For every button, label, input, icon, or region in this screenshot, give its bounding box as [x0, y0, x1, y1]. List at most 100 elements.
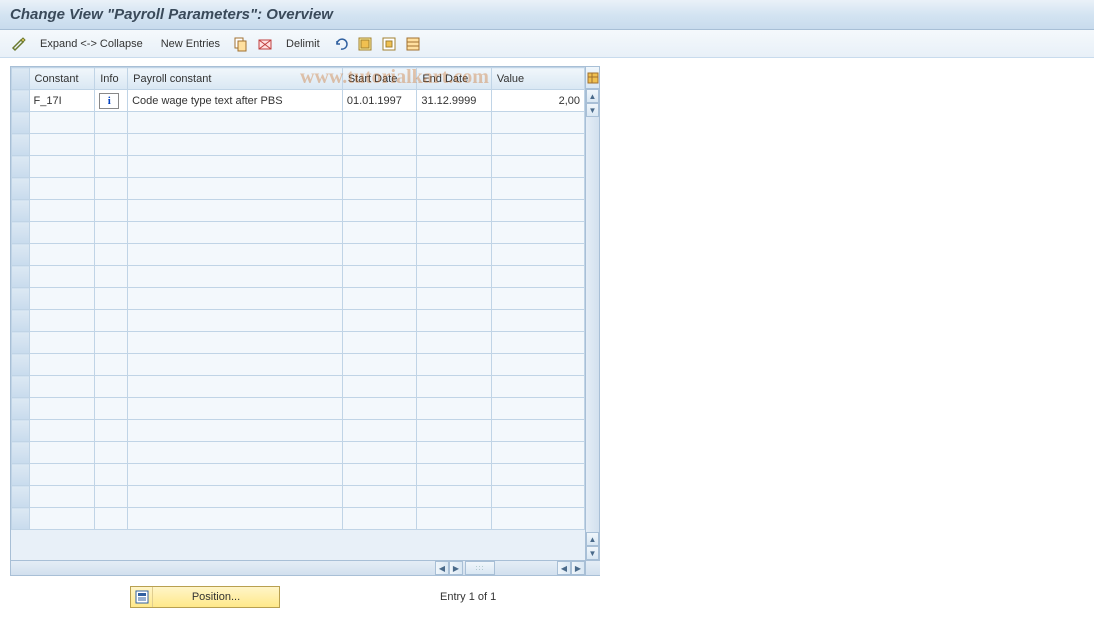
row-select-handle[interactable] — [12, 354, 30, 376]
cell-empty[interactable] — [417, 178, 492, 200]
row-select-handle[interactable] — [12, 222, 30, 244]
info-icon[interactable]: i — [99, 93, 119, 109]
cell-empty[interactable] — [128, 266, 343, 288]
cell-empty[interactable] — [29, 134, 95, 156]
cell-constant[interactable]: F_17I — [29, 90, 95, 112]
table-settings-icon[interactable] — [404, 35, 422, 53]
cell-empty[interactable] — [29, 112, 95, 134]
row-select-handle[interactable] — [12, 112, 30, 134]
cell-empty[interactable] — [491, 222, 584, 244]
row-select-handle[interactable] — [12, 156, 30, 178]
scroll-up2-icon[interactable]: ▲ — [586, 532, 599, 546]
cell-empty[interactable] — [342, 178, 417, 200]
cell-empty[interactable] — [491, 200, 584, 222]
new-entries-button[interactable]: New Entries — [155, 36, 226, 52]
cell-empty[interactable] — [128, 508, 343, 530]
cell-start-date[interactable]: 01.01.1997 — [342, 90, 417, 112]
row-select-handle[interactable] — [12, 244, 30, 266]
row-select-handle[interactable] — [12, 464, 30, 486]
cell-empty[interactable] — [342, 222, 417, 244]
cell-empty[interactable] — [491, 354, 584, 376]
expand-collapse-button[interactable]: Expand <-> Collapse — [34, 36, 149, 52]
cell-empty[interactable] — [342, 156, 417, 178]
cell-empty[interactable] — [491, 442, 584, 464]
row-select-handle[interactable] — [12, 420, 30, 442]
cell-empty[interactable] — [342, 310, 417, 332]
row-select-handle[interactable] — [12, 332, 30, 354]
cell-empty[interactable] — [417, 310, 492, 332]
cell-empty[interactable] — [417, 156, 492, 178]
cell-empty[interactable] — [29, 244, 95, 266]
cell-empty[interactable] — [491, 464, 584, 486]
cell-empty[interactable] — [417, 332, 492, 354]
scroll-up-icon[interactable]: ▲ — [586, 89, 599, 103]
col-header-start-date[interactable]: Start Date — [342, 68, 417, 90]
row-select-handle[interactable] — [12, 376, 30, 398]
table-configure-icon[interactable] — [586, 67, 599, 89]
cell-empty[interactable] — [491, 112, 584, 134]
cell-empty[interactable] — [342, 288, 417, 310]
cell-empty[interactable] — [29, 310, 95, 332]
cell-empty[interactable] — [417, 442, 492, 464]
cell-empty[interactable] — [128, 244, 343, 266]
row-select-handle[interactable] — [12, 90, 30, 112]
cell-empty[interactable] — [491, 486, 584, 508]
row-select-handle[interactable] — [12, 398, 30, 420]
cell-empty[interactable] — [128, 420, 343, 442]
scroll-down-icon[interactable]: ▼ — [586, 103, 599, 117]
cell-empty[interactable] — [128, 354, 343, 376]
cell-empty[interactable] — [29, 442, 95, 464]
cell-empty[interactable] — [29, 376, 95, 398]
cell-empty[interactable] — [342, 442, 417, 464]
cell-empty[interactable] — [491, 398, 584, 420]
cell-end-date[interactable]: 31.12.9999 — [417, 90, 492, 112]
cell-empty[interactable] — [342, 376, 417, 398]
cell-empty[interactable] — [128, 112, 343, 134]
col-header-end-date[interactable]: End Date — [417, 68, 492, 90]
cell-empty[interactable] — [128, 310, 343, 332]
cell-empty[interactable] — [491, 244, 584, 266]
cell-empty[interactable] — [417, 376, 492, 398]
select-all-icon[interactable] — [356, 35, 374, 53]
cell-empty[interactable] — [491, 178, 584, 200]
cell-empty[interactable] — [128, 332, 343, 354]
cell-empty[interactable] — [417, 508, 492, 530]
cell-empty[interactable] — [491, 288, 584, 310]
scroll-right2-icon[interactable]: ▶ — [571, 561, 585, 575]
cell-value[interactable]: 2,00 — [491, 90, 584, 112]
cell-empty[interactable] — [417, 354, 492, 376]
cell-empty[interactable] — [342, 420, 417, 442]
undo-icon[interactable] — [332, 35, 350, 53]
row-select-handle[interactable] — [12, 442, 30, 464]
cell-empty[interactable] — [128, 442, 343, 464]
cell-empty[interactable] — [417, 288, 492, 310]
cell-empty[interactable] — [417, 112, 492, 134]
cell-empty[interactable] — [128, 288, 343, 310]
toggle-change-icon[interactable] — [10, 35, 28, 53]
cell-empty[interactable] — [491, 376, 584, 398]
cell-empty[interactable] — [491, 420, 584, 442]
cell-empty[interactable] — [29, 222, 95, 244]
cell-empty[interactable] — [342, 112, 417, 134]
cell-empty[interactable] — [29, 464, 95, 486]
row-select-handle[interactable] — [12, 310, 30, 332]
cell-empty[interactable] — [29, 486, 95, 508]
row-select-handle[interactable] — [12, 486, 30, 508]
cell-empty[interactable] — [342, 266, 417, 288]
cell-empty[interactable] — [29, 156, 95, 178]
scroll-right-icon[interactable]: ▶ — [449, 561, 463, 575]
col-header-info[interactable]: Info — [95, 68, 128, 90]
cell-empty[interactable] — [29, 266, 95, 288]
cell-payroll-constant[interactable]: Code wage type text after PBS — [128, 90, 343, 112]
cell-empty[interactable] — [128, 222, 343, 244]
cell-empty[interactable] — [342, 354, 417, 376]
cell-empty[interactable] — [128, 398, 343, 420]
cell-empty[interactable] — [342, 200, 417, 222]
cell-empty[interactable] — [491, 266, 584, 288]
position-button[interactable]: Position... — [130, 586, 280, 608]
cell-empty[interactable] — [29, 508, 95, 530]
hscroll-thumb[interactable]: ::: — [465, 561, 495, 575]
cell-empty[interactable] — [417, 200, 492, 222]
scroll-left2-icon[interactable]: ◀ — [557, 561, 571, 575]
scroll-down2-icon[interactable]: ▼ — [586, 546, 599, 560]
